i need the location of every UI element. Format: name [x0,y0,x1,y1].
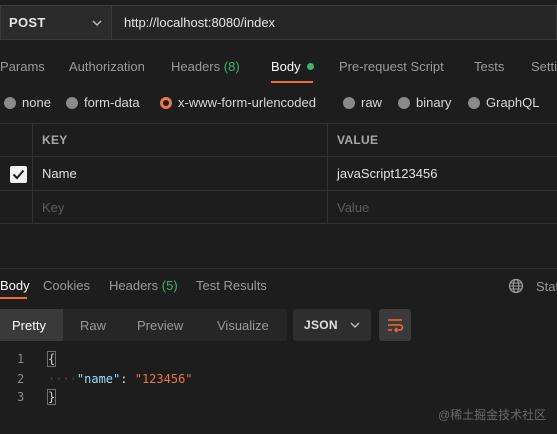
json-string-value: "123456" [134,372,193,386]
line-number: 3 [17,390,25,404]
chevron-down-icon [92,20,102,26]
radio-circle [4,96,16,109]
radio-label: binary [416,95,452,110]
radio-label: form-data [84,95,140,110]
column-divider [327,124,328,156]
radio-label: raw [361,95,382,110]
format-label: JSON [304,318,338,332]
code-line-text: } [46,389,57,405]
radio-circle [66,96,78,109]
body-indicator-dot [306,63,314,70]
json-colon: : [120,372,135,386]
tab-headers[interactable]: Headers (8) [171,59,240,74]
code-line: 3 } [0,388,557,406]
tab-pre-request-script[interactable]: Pre-request Script [339,59,444,74]
code-line-text: ····"name": "123456" [48,372,193,386]
response-body-code[interactable]: 1 { 2 ····"name": "123456" 3 } [0,350,557,410]
tab-authorization[interactable]: Authorization [69,59,145,74]
radio-binary[interactable]: binary [398,95,451,110]
new-key-input[interactable]: Key [42,191,64,223]
response-tab-headers[interactable]: Headers (5) [109,278,178,293]
response-divider [0,268,557,269]
key-column-header: KEY [42,133,68,147]
url-text: http://localhost:8080/index [124,15,276,30]
row-enabled-checkbox[interactable] [10,166,27,183]
request-url-bar: POST http://localhost:8080/index [0,0,557,44]
body-type-radios: none form-data x-www-form-urlencoded raw… [0,88,557,118]
method-label: POST [9,15,46,30]
radio-label: GraphQL [486,95,540,110]
column-divider [32,191,33,223]
tab-tests[interactable]: Tests [474,59,504,74]
url-input[interactable]: http://localhost:8080/index [111,5,557,40]
tab-params[interactable]: Params [0,59,45,74]
wrap-lines-button[interactable] [379,309,411,341]
radio-label: x-www-form-urlencoded [178,95,316,110]
table-row-empty: Key Value [0,191,557,224]
column-divider [327,191,328,223]
view-mode-raw[interactable]: Raw [80,309,106,341]
line-number: 2 [17,372,25,386]
watermark: @稀土掘金技术社区 [438,408,547,422]
active-response-tab-underline [0,297,27,299]
status-label: Stat [536,279,557,294]
close-brace: } [46,389,57,405]
radio-circle [398,96,410,109]
active-tab-underline [271,81,313,83]
row-key-cell[interactable]: Name [42,157,77,190]
tab-settings[interactable]: Setti [531,59,557,74]
view-mode-visualize[interactable]: Visualize [217,309,269,341]
view-mode-segmented-control: Pretty Raw Preview Visualize [0,309,287,341]
radio-circle-selected [160,96,172,109]
format-select[interactable]: JSON [293,309,371,341]
column-divider [327,157,328,190]
response-tab-test-results[interactable]: Test Results [196,278,267,293]
response-tab-headers-label: Headers [109,278,159,293]
view-mode-preview[interactable]: Preview [137,309,183,341]
row-value-cell[interactable]: javaScript123456 [337,157,437,190]
response-view-bar: Pretty Raw Preview Visualize JSON [0,309,557,341]
indent-guide: ···· [48,372,77,386]
json-key: "name" [76,372,121,386]
table-header-row: KEY VALUE [0,124,557,157]
chevron-down-icon [350,322,360,328]
globe-icon[interactable] [508,278,524,294]
view-mode-pretty[interactable]: Pretty [0,309,63,341]
new-value-input[interactable]: Value [337,191,369,223]
tab-headers-label: Headers [171,59,221,74]
response-tab-cookies[interactable]: Cookies [43,278,90,293]
radio-x-www-form-urlencoded[interactable]: x-www-form-urlencoded [160,95,316,110]
radio-graphql[interactable]: GraphQL [468,95,539,110]
column-divider [32,157,33,190]
open-brace: { [46,351,57,367]
code-line: 1 { [0,350,557,368]
radio-none[interactable]: none [4,95,51,110]
code-line-text: { [46,351,57,367]
params-table: KEY VALUE Name javaScript123456 Key Valu… [0,123,557,224]
radio-circle [343,96,355,109]
method-select[interactable]: POST [0,5,111,40]
radio-form-data[interactable]: form-data [66,95,140,110]
value-column-header: VALUE [337,133,379,147]
wrap-lines-icon [388,319,404,333]
checkmark-icon [12,169,25,180]
radio-raw[interactable]: raw [343,95,382,110]
request-tabs: Params Authorization Headers (8) Body Pr… [0,48,557,86]
radio-label: none [22,95,51,110]
table-row: Name javaScript123456 [0,157,557,191]
tab-body-label: Body [271,59,301,74]
headers-count-badge: (8) [223,59,240,74]
response-tab-body[interactable]: Body [0,278,30,293]
line-number: 1 [17,352,25,366]
column-divider [32,124,33,156]
code-line: 2 ····"name": "123456" [0,370,557,388]
tab-body[interactable]: Body [271,59,314,74]
response-headers-count-badge: (5) [161,278,178,293]
radio-circle [468,96,480,109]
response-tabs: Body Cookies Headers (5) Test Results [0,270,557,302]
